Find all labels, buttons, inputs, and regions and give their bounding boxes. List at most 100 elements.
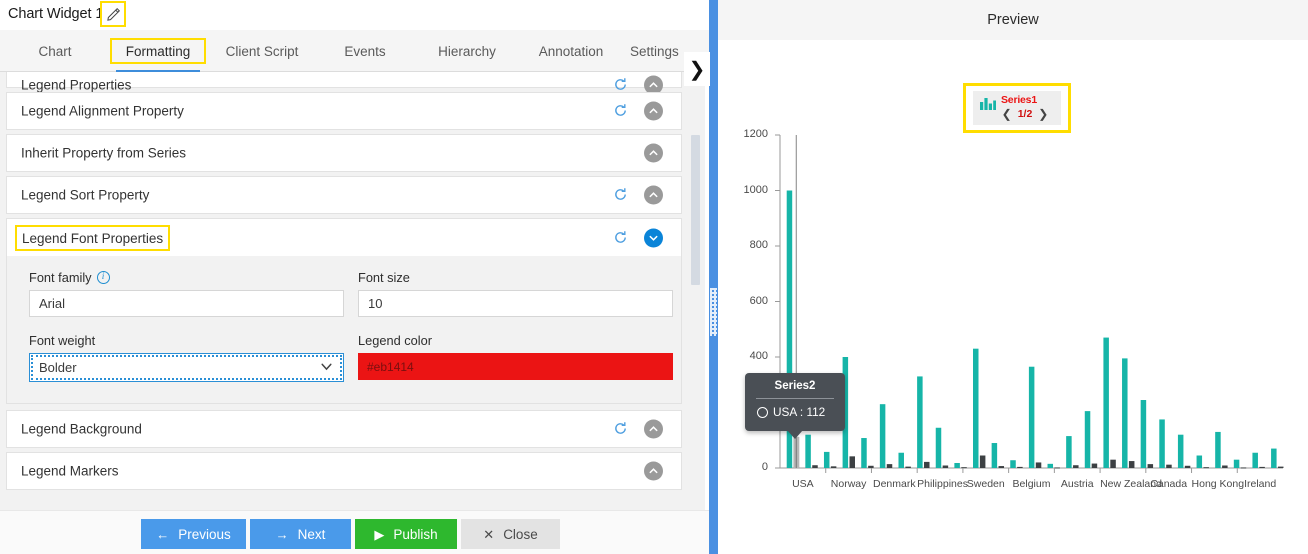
legend-color-label: Legend color (358, 333, 432, 348)
chart-bar-series2 (1110, 459, 1116, 468)
button-label: Previous (178, 526, 231, 542)
chart-bar-series2 (905, 466, 911, 468)
chart-bar-series1 (973, 348, 979, 468)
chart-bar-series1 (1028, 366, 1035, 468)
chart-bar-series2 (1240, 467, 1247, 469)
chart-bar-series1 (1271, 448, 1277, 468)
accordion-legend-alignment-property[interactable]: Legend Alignment Property (6, 92, 682, 130)
legend-color-input[interactable]: #eb1414 (358, 353, 673, 380)
refresh-icon[interactable] (613, 103, 629, 119)
accordion-label: Legend Alignment Property (21, 103, 184, 119)
accordion-label: Legend Background (21, 421, 142, 437)
accordion-label: Legend Markers (21, 463, 119, 479)
chart-bar-series2 (1184, 465, 1191, 468)
chevron-down-icon[interactable] (644, 228, 663, 247)
play-icon: ▶ (374, 526, 385, 542)
chart-bar-series1 (1196, 455, 1203, 468)
panel-splitter[interactable] (709, 0, 718, 554)
tab-hierarchy[interactable]: Hierarchy (418, 30, 516, 72)
tab-annotation[interactable]: Annotation (522, 30, 620, 72)
accordion-label: Legend Properties (21, 77, 132, 93)
tooltip-title: Series2 (774, 380, 816, 392)
x-axis-tick-label: USA (792, 478, 814, 490)
font-weight-field: Font weight Bolder (29, 333, 344, 382)
chart-bar-series1 (1233, 459, 1240, 468)
accordion-label: Legend Sort Property (21, 187, 150, 203)
chart-bar-series1 (954, 463, 960, 468)
publish-button[interactable]: ▶ Publish (355, 519, 457, 549)
window-title: Chart Widget 1 (8, 6, 104, 22)
chart-bar-series2 (886, 464, 893, 468)
chart-bar-series1 (917, 376, 923, 468)
tab-chart[interactable]: Chart (14, 30, 96, 72)
x-axis-tick-label: Austria (1060, 478, 1094, 490)
accordion-legend-sort-property[interactable]: Legend Sort Property (6, 176, 682, 214)
x-axis-tick-label: Sweden (966, 478, 1005, 490)
tab-events[interactable]: Events (320, 30, 410, 72)
accordion-label: Inherit Property from Series (21, 145, 187, 161)
properties-scrollbar-thumb[interactable] (691, 135, 700, 285)
chart-bar-series1 (1215, 431, 1221, 468)
chart-bar-series1 (1010, 460, 1016, 468)
chart-svg (775, 134, 1284, 473)
chart-bar-series1 (1140, 400, 1147, 468)
arrow-left-icon: ← (156, 526, 170, 542)
chart-bar-series2 (961, 467, 967, 469)
tab-label: Formatting (125, 43, 191, 59)
accordion-legend-markers[interactable]: Legend Markers (6, 452, 682, 490)
chart-bar-series1 (861, 438, 867, 468)
font-size-input[interactable]: 10 (358, 290, 673, 317)
font-weight-select[interactable]: Bolder (29, 353, 344, 382)
chart-preview: Series1 ❮ 1/2 ❯ 020040060080010001200 US… (718, 40, 1308, 554)
refresh-icon[interactable] (613, 230, 629, 246)
close-x-icon: ✕ (483, 526, 495, 542)
chart-bar-series2 (1091, 463, 1098, 468)
x-axis-tick-label: Belgium (1012, 478, 1051, 490)
chart-bar-series1 (1252, 452, 1258, 468)
preview-header: Preview (718, 0, 1308, 40)
properties-panel: Legend Properties Legend Alignment Prope… (0, 72, 705, 510)
chart-bar-series1 (1159, 419, 1165, 468)
chart-bar-series2 (1073, 465, 1079, 468)
label-text: Font family (29, 270, 92, 285)
accordion-inherit-property-from-series[interactable]: Inherit Property from Series (6, 134, 682, 172)
accordion-legend-properties[interactable]: Legend Properties (6, 72, 682, 95)
chevron-up-icon[interactable] (644, 419, 663, 439)
chart-bar-series2 (1166, 464, 1172, 468)
legend-font-properties-body: Font family i Arial Font size 10 Font we… (6, 256, 682, 404)
tab-label: Settings (630, 43, 679, 59)
edit-title-button[interactable] (100, 1, 126, 27)
refresh-icon[interactable] (613, 421, 629, 437)
splitter-grip-handle[interactable] (710, 288, 717, 336)
refresh-icon[interactable] (613, 187, 629, 203)
x-axis-tick-label: Philippines (917, 478, 968, 490)
x-axis-tick-label: Ireland (1244, 478, 1277, 490)
accordion-list: Legend Properties Legend Alignment Prope… (6, 72, 682, 494)
chevron-up-icon[interactable] (644, 143, 663, 163)
tab-scroll-right-button[interactable]: ❯ (684, 52, 710, 86)
accordion-legend-background[interactable]: Legend Background (6, 410, 682, 448)
accordion-legend-font-properties[interactable]: Legend Font Properties (6, 218, 682, 256)
tab-label: Client Script (225, 43, 299, 59)
next-button[interactable]: → Next (250, 519, 351, 549)
tooltip-arrow (787, 430, 803, 439)
tab-formatting[interactable]: Formatting (110, 30, 206, 72)
chevron-up-icon[interactable] (644, 461, 663, 481)
chart-bar-series1 (1066, 436, 1072, 468)
y-axis-tick-label: 600 (749, 294, 768, 307)
chevron-up-icon[interactable] (644, 185, 663, 205)
button-label: Publish (393, 526, 438, 542)
chevron-down-icon (319, 359, 334, 377)
tab-client-script[interactable]: Client Script (210, 30, 314, 72)
info-icon[interactable]: i (96, 271, 110, 284)
chart-bar-series1 (1103, 337, 1109, 468)
previous-button[interactable]: ← Previous (141, 519, 246, 549)
refresh-icon[interactable] (613, 77, 629, 93)
chevron-up-icon[interactable] (644, 101, 663, 121)
y-axis-tick-label: 1200 (743, 128, 768, 140)
font-weight-value: Bolder (39, 360, 77, 375)
tooltip-divider (756, 398, 834, 399)
chart-bar-series1 (935, 427, 942, 468)
font-family-input[interactable]: Arial (29, 290, 344, 317)
close-button[interactable]: ✕ Close (461, 519, 560, 549)
